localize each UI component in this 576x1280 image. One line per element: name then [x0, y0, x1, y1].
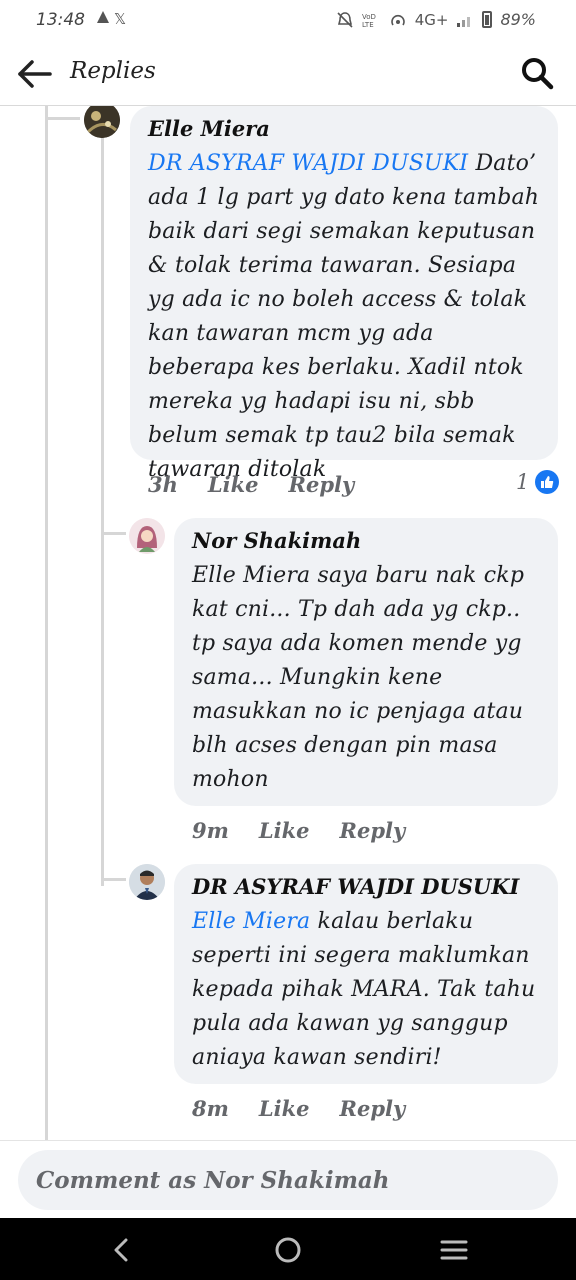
reply-button[interactable]: Reply	[340, 1096, 406, 1121]
system-nav-bar	[0, 1218, 576, 1280]
comment-input[interactable]: Comment as Nor Shakimah	[18, 1150, 558, 1210]
comment-text: Elle Miera saya baru nak ckp kat cni... …	[192, 563, 525, 792]
profile-photo-icon	[129, 864, 165, 900]
volte-icon: VoD LTE	[362, 13, 376, 29]
thread-connector	[104, 532, 126, 535]
thread-line-inner	[101, 136, 104, 886]
battery-level: 89%	[500, 10, 536, 29]
reaction-count: 1	[516, 470, 530, 494]
comment-text: DR ASYRAF WAJDI DUSUKI Dato’ ada 1 lg pa…	[148, 147, 540, 487]
hotspot-icon	[390, 14, 405, 25]
search-button[interactable]	[520, 56, 554, 90]
profile-photo-icon	[129, 518, 165, 554]
comment-actions: 8m Like Reply	[192, 1096, 405, 1121]
comment-bubble: Elle Miera DR ASYRAF WAJDI DUSUKI Dato’ …	[130, 106, 558, 482]
comment-author[interactable]: Elle Miera	[148, 116, 540, 141]
comment-time: 3h	[148, 472, 178, 497]
comment-bubble: DR ASYRAF WAJDI DUSUKI Elle Miera kalau …	[174, 864, 558, 1084]
chevron-left-icon	[114, 1238, 128, 1262]
page-title: Replies	[70, 58, 156, 84]
reaction-summary[interactable]: 1	[516, 470, 560, 494]
search-icon	[522, 58, 554, 90]
mention-link[interactable]: Elle Miera	[192, 909, 310, 934]
nav-recents-button[interactable]	[436, 1232, 472, 1268]
like-reaction-icon	[535, 470, 560, 494]
comment-text: Elle Miera kalau berlaku seperti ini seg…	[192, 905, 540, 1075]
like-button[interactable]: Like	[259, 1096, 310, 1121]
status-time: 13:48	[36, 10, 85, 30]
x-app-icon: 𝕏	[114, 10, 126, 28]
svg-text:VoD: VoD	[362, 13, 376, 21]
reply-button[interactable]: Reply	[340, 818, 406, 843]
comment-author[interactable]: DR ASYRAF WAJDI DUSUKI	[192, 874, 540, 899]
reply-button[interactable]: Reply	[289, 472, 355, 497]
comment-author[interactable]: Nor Shakimah	[192, 528, 540, 553]
home-circle-icon	[275, 1237, 301, 1263]
avatar[interactable]	[84, 106, 120, 138]
network-type: 4G+	[414, 10, 449, 29]
comment-composer: Comment as Nor Shakimah	[0, 1140, 576, 1218]
comment-time: 8m	[192, 1096, 229, 1121]
comment-time: 9m	[192, 818, 229, 843]
avatar[interactable]	[129, 864, 165, 900]
comment-thread: Elle Miera DR ASYRAF WAJDI DUSUKI Dato’ …	[0, 106, 576, 1140]
comment-body: Dato’ ada 1 lg part yg dato kena tambah …	[148, 151, 540, 482]
status-bar: 13:48 𝕏 VoD LTE 4G+ 89%	[0, 0, 576, 42]
arrow-left-icon	[18, 60, 52, 88]
menu-lines-icon	[440, 1240, 468, 1260]
thread-connector	[48, 117, 80, 120]
profile-photo-icon	[84, 106, 120, 138]
svg-text:LTE: LTE	[362, 21, 374, 29]
battery-icon	[482, 11, 493, 28]
back-button[interactable]	[14, 54, 56, 94]
comment-actions: 3h Like Reply	[148, 472, 354, 497]
comment-bubble: Nor Shakimah Elle Miera saya baru nak ck…	[174, 518, 558, 806]
like-button[interactable]: Like	[259, 818, 310, 843]
comment-actions: 9m Like Reply	[192, 818, 405, 843]
mute-icon	[337, 11, 353, 28]
app-header: Replies	[0, 42, 576, 106]
nav-home-button[interactable]	[270, 1232, 306, 1268]
like-button[interactable]: Like	[208, 472, 259, 497]
thread-connector	[104, 878, 126, 881]
mention-link[interactable]: DR ASYRAF WAJDI DUSUKI	[148, 151, 468, 176]
thread-line-outer	[45, 106, 48, 1140]
signal-icon	[457, 16, 471, 27]
avatar[interactable]	[129, 518, 165, 554]
notification-icons: 𝕏	[96, 9, 140, 33]
nav-back-button[interactable]	[104, 1232, 140, 1268]
status-right: VoD LTE 4G+ 89%	[337, 10, 536, 29]
warning-icon: 𝕏	[97, 10, 126, 28]
